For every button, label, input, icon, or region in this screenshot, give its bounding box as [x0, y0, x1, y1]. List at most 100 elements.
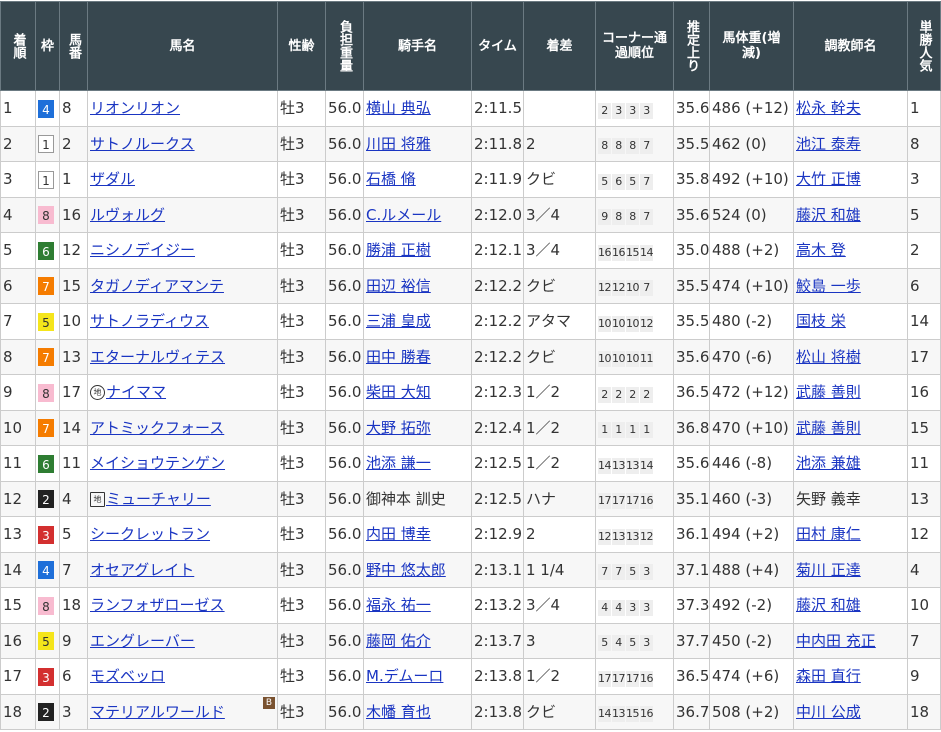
trainer-link[interactable]: 藤沢 和雄 [796, 596, 861, 614]
horse-name-link[interactable]: エングレーバー [90, 632, 195, 650]
waku-cell: 8 [35, 374, 60, 411]
corner-position: 5 [626, 173, 639, 190]
bodyweight-cell: 470 (+10) [709, 409, 794, 446]
horse-name-link[interactable]: ランフォザローゼス [90, 596, 225, 614]
jockey-link[interactable]: 内田 博幸 [366, 525, 431, 543]
trainer-link[interactable]: 武藤 善則 [796, 419, 861, 437]
table-row: 13 3 5 シークレットラン 牡3 56.0 内田 博幸 2:12.9 2 12131312 36… [0, 516, 941, 553]
table-row: 8 7 13 エターナルヴィテス 牡3 56.0 田中 勝春 2:12.2 クビ 10101011… [0, 338, 941, 375]
jockey-link[interactable]: 池添 謙一 [366, 454, 431, 472]
horse-name-link[interactable]: ザダル [90, 170, 135, 188]
trainer-cell: 池添 兼雄 [793, 445, 908, 482]
trainer-link[interactable]: 武藤 善則 [796, 383, 861, 401]
corner-position: 1 [626, 422, 639, 438]
odds-rank-cell: 10 [907, 587, 941, 624]
header-rank: 着順 [0, 1, 36, 91]
jockey-link[interactable]: 横山 典弘 [366, 99, 431, 117]
horse-name-link[interactable]: サトノルークス [90, 135, 195, 153]
margin-cell: クビ [523, 161, 596, 198]
horse-cell: ザダル [87, 161, 278, 198]
trainer-link[interactable]: 中川 公成 [796, 703, 861, 721]
trainer-link[interactable]: 大竹 正博 [796, 170, 861, 188]
horse-name-link[interactable]: エターナルヴィテス [90, 348, 225, 366]
horse-name-link[interactable]: マテリアルワールド [90, 703, 225, 721]
trainer-link[interactable]: 池添 兼雄 [796, 454, 861, 472]
local-horse-icon: 地 [90, 385, 105, 401]
time-cell: 2:12.4 [471, 409, 524, 446]
corner-position: 7 [640, 138, 653, 154]
corner-position: 1 [612, 422, 625, 438]
horse-cell: メイショウテンゲン [87, 445, 278, 482]
trainer-link[interactable]: 田村 康仁 [796, 525, 861, 543]
trainer-link[interactable]: 森田 直行 [796, 667, 861, 685]
jockey-link[interactable]: 三浦 皇成 [366, 312, 431, 330]
jockey-link[interactable]: C.ルメール [366, 206, 441, 224]
jockey-link[interactable]: 柴田 大知 [366, 383, 431, 401]
corner-position: 1 [598, 422, 611, 438]
horse-name-link[interactable]: シークレットラン [90, 525, 210, 543]
jockey-link[interactable]: 田辺 裕信 [366, 277, 431, 295]
jockey-link[interactable]: 勝浦 正樹 [366, 241, 431, 259]
trainer-link[interactable]: 菊川 正達 [796, 561, 861, 579]
jockey-link[interactable]: 木幡 育也 [366, 703, 431, 721]
jockey-link[interactable]: 野中 悠太郎 [366, 561, 446, 579]
rank-cell: 2 [0, 125, 36, 162]
header-corner: コーナー通過順位 [595, 1, 674, 91]
horse-name-link[interactable]: メイショウテンゲン [90, 454, 225, 472]
odds-rank-cell: 9 [907, 658, 941, 695]
agari-cell: 35.6 [673, 338, 710, 375]
jockey-cell: 野中 悠太郎 [363, 551, 472, 588]
trainer-link[interactable]: 中内田 充正 [796, 632, 876, 650]
agari-cell: 36.5 [673, 374, 710, 411]
sexage-cell: 牡3 [277, 551, 326, 588]
corner-position: 8 [612, 138, 625, 154]
odds-rank-cell: 15 [907, 409, 941, 446]
horse-name-link[interactable]: タガノディアマンテ [90, 277, 224, 295]
horse-name-link[interactable]: ナイママ [106, 383, 166, 401]
horse-name-link[interactable]: オセアグレイト [90, 561, 194, 579]
trainer-link[interactable]: 藤沢 和雄 [796, 206, 861, 224]
horse-cell: ランフォザローゼス [87, 587, 278, 624]
horse-name-link[interactable]: ルヴォルグ [90, 206, 165, 224]
corner-position: 16 [640, 493, 654, 509]
trainer-link[interactable]: 池江 泰寿 [796, 135, 861, 153]
jockey-link[interactable]: 田中 勝春 [366, 348, 431, 366]
sexage-cell: 牡3 [277, 658, 326, 695]
jockey-cell: 藤岡 佑介 [363, 622, 472, 659]
waku-cell: 4 [35, 90, 60, 127]
trainer-link[interactable]: 松永 幹夫 [796, 99, 861, 117]
trainer-link[interactable]: 国枝 栄 [796, 312, 846, 330]
weight-cell: 56.0 [325, 338, 364, 375]
horse-name-link[interactable]: サトノラディウス [90, 312, 209, 330]
sexage-cell: 牡3 [277, 445, 326, 482]
time-cell: 2:13.2 [471, 587, 524, 624]
table-row: 5 6 12 ニシノデイジー 牡3 56.0 勝浦 正樹 2:12.1 3／4 16161514 3… [0, 232, 941, 269]
horse-name-link[interactable]: モズベッロ [90, 667, 165, 685]
rank-cell: 3 [0, 161, 36, 198]
jockey-link[interactable]: 福永 祐一 [366, 596, 431, 614]
horse-cell: ルヴォルグ [87, 196, 278, 233]
waku-badge: 3 [38, 667, 54, 686]
trainer-link[interactable]: 高木 登 [796, 241, 846, 259]
rank-cell: 8 [0, 338, 36, 375]
horse-name-link[interactable]: ニシノデイジー [90, 241, 195, 259]
jockey-link[interactable]: 藤岡 佑介 [366, 632, 431, 650]
time-cell: 2:11.8 [471, 125, 524, 162]
jockey-cell: 勝浦 正樹 [363, 232, 472, 269]
horse-name-link[interactable]: リオンリオン [90, 99, 180, 117]
waku-cell: 7 [35, 267, 60, 304]
margin-cell: 2 [523, 516, 596, 553]
jockey-link[interactable]: 川田 将雅 [366, 135, 431, 153]
trainer-link[interactable]: 松山 将樹 [796, 348, 861, 366]
trainer-link[interactable]: 鮫島 一歩 [796, 277, 861, 295]
jockey-link[interactable]: 大野 拓弥 [366, 419, 431, 437]
odds-rank-cell: 11 [907, 445, 941, 482]
jockey-cell: 三浦 皇成 [363, 303, 472, 340]
jockey-link[interactable]: M.デムーロ [366, 667, 443, 685]
sexage-cell: 牡3 [277, 267, 326, 304]
waku-cell: 2 [35, 480, 60, 517]
horse-name-link[interactable]: アトミックフォース [90, 419, 224, 437]
horse-name-link[interactable]: ミューチャリー [106, 490, 211, 508]
jockey-link[interactable]: 石橋 脩 [366, 170, 416, 188]
jockey-cell: 田中 勝春 [363, 338, 472, 375]
